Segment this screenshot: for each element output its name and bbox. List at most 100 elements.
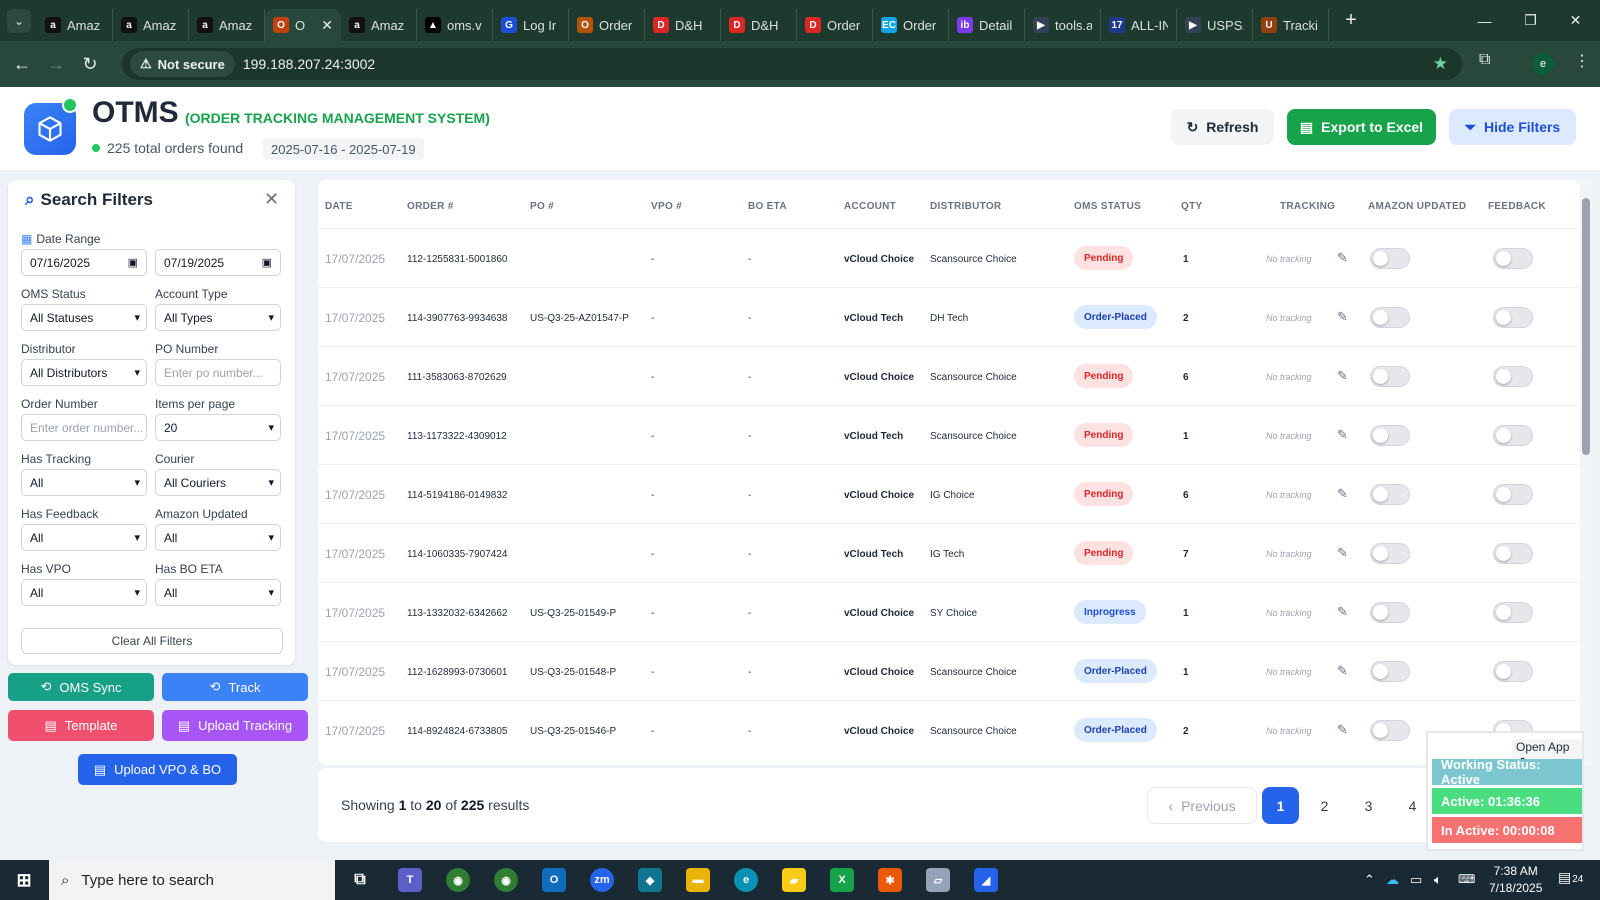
amazon-updated-toggle[interactable] bbox=[1370, 248, 1410, 269]
bookmark-star-icon[interactable]: ★ bbox=[1433, 54, 1448, 74]
amazon-updated-select[interactable]: All ▾ bbox=[155, 524, 281, 551]
browser-tab[interactable]: a Amaz bbox=[341, 9, 417, 41]
edit-pencil-icon[interactable]: ✎ bbox=[1337, 309, 1348, 325]
edit-pencil-icon[interactable]: ✎ bbox=[1337, 368, 1348, 384]
date-to-input[interactable]: 07/19/2025 ▣ bbox=[155, 249, 281, 276]
browser-tab[interactable]: EC Order bbox=[873, 9, 949, 41]
feedback-toggle[interactable] bbox=[1493, 366, 1533, 387]
close-window-button[interactable]: ✕ bbox=[1553, 0, 1598, 41]
amazon-updated-toggle[interactable] bbox=[1370, 602, 1410, 623]
security-chip[interactable]: ⚠ Not secure bbox=[130, 51, 235, 77]
back-icon[interactable]: ← bbox=[10, 52, 34, 76]
table-row[interactable]: 17/07/2025 112-1255831-5001860 - - vCloud Ch… bbox=[318, 228, 1580, 287]
table-row[interactable]: 17/07/2025 113-1332032-6342662 US-Q3-25-01… bbox=[318, 582, 1580, 641]
volume-icon[interactable]: 🔈︎ bbox=[1434, 872, 1442, 888]
tab-search-button[interactable]: ⌄ bbox=[7, 8, 31, 33]
distributor-select[interactable]: All Distributors ▾ bbox=[21, 359, 147, 386]
feedback-toggle[interactable] bbox=[1493, 248, 1533, 269]
oms-status-select[interactable]: All Statuses ▾ bbox=[21, 304, 147, 331]
sticky-notes-icon[interactable]: ▰ bbox=[782, 868, 806, 892]
page-button[interactable]: 3 bbox=[1350, 787, 1387, 824]
has-vpo-select[interactable]: All ▾ bbox=[21, 579, 147, 606]
hide-filters-button[interactable]: ⏷ Hide Filters bbox=[1449, 109, 1576, 145]
browser-tab[interactable]: U Tracki bbox=[1253, 9, 1329, 41]
chrome-icon[interactable]: ◉ bbox=[446, 868, 470, 892]
app-icon[interactable]: ✱ bbox=[878, 868, 902, 892]
close-filters-icon[interactable]: ✕ bbox=[264, 189, 279, 210]
task-view-icon[interactable]: ⧉ bbox=[348, 868, 372, 892]
show-hidden-icons-icon[interactable]: ⌃ bbox=[1364, 872, 1375, 888]
refresh-button[interactable]: ↻ Refresh bbox=[1171, 109, 1274, 145]
close-tab-icon[interactable]: ✕ bbox=[321, 17, 333, 34]
browser-menu-icon[interactable]: ⋮ bbox=[1574, 51, 1590, 71]
has-tracking-select[interactable]: All ▾ bbox=[21, 469, 147, 496]
account-type-select[interactable]: All Types ▾ bbox=[155, 304, 281, 331]
browser-tab[interactable]: D Order bbox=[797, 9, 873, 41]
amazon-updated-toggle[interactable] bbox=[1370, 484, 1410, 505]
scrollbar-thumb[interactable] bbox=[1582, 198, 1590, 455]
chrome-icon[interactable]: ◉ bbox=[494, 868, 518, 892]
edit-pencil-icon[interactable]: ✎ bbox=[1337, 722, 1348, 738]
track-button[interactable]: ⟲ Track bbox=[162, 673, 308, 701]
excel-icon[interactable]: X bbox=[830, 868, 854, 892]
app-icon[interactable]: ◆ bbox=[638, 868, 662, 892]
order-number-input[interactable]: Enter order number... bbox=[21, 414, 147, 441]
taskbar-search[interactable]: ⌕ Type here to search bbox=[49, 860, 335, 900]
forward-icon[interactable]: → bbox=[44, 52, 68, 76]
keyboard-icon[interactable]: ⌨ bbox=[1458, 872, 1475, 886]
browser-tab[interactable]: ▶ USPS. bbox=[1177, 9, 1253, 41]
feedback-toggle[interactable] bbox=[1493, 543, 1533, 564]
outlook-icon[interactable]: O bbox=[542, 868, 566, 892]
reload-icon[interactable]: ↻ bbox=[78, 52, 102, 76]
items-per-page-select[interactable]: 20 ▾ bbox=[155, 414, 281, 441]
amazon-updated-toggle[interactable] bbox=[1370, 720, 1410, 741]
table-row[interactable]: 17/07/2025 114-5194186-0149832 - - vCloud Ch… bbox=[318, 464, 1580, 523]
browser-tab[interactable]: D D&H bbox=[721, 9, 797, 41]
oms-sync-button[interactable]: ⟲ OMS Sync bbox=[8, 673, 154, 701]
table-row[interactable]: 17/07/2025 113-1173322-4309012 - - vCloud Te… bbox=[318, 405, 1580, 464]
feedback-toggle[interactable] bbox=[1493, 425, 1533, 446]
previous-page-button[interactable]: ‹ Previous bbox=[1147, 787, 1257, 824]
calendar-picker-icon[interactable]: ▣ bbox=[262, 256, 272, 269]
feedback-toggle[interactable] bbox=[1493, 307, 1533, 328]
file-explorer-icon[interactable]: ▬ bbox=[686, 868, 710, 892]
edit-pencil-icon[interactable]: ✎ bbox=[1337, 663, 1348, 679]
upload-tracking-button[interactable]: ▤ Upload Tracking bbox=[162, 710, 308, 741]
browser-tab[interactable]: ▲ oms.v bbox=[417, 9, 493, 41]
profile-avatar[interactable]: e bbox=[1532, 53, 1554, 75]
feedback-toggle[interactable] bbox=[1493, 602, 1533, 623]
export-excel-button[interactable]: ▤ Export to Excel bbox=[1287, 109, 1436, 145]
browser-tab[interactable]: D D&H bbox=[645, 9, 721, 41]
table-row[interactable]: 17/07/2025 114-3907763-9934638 US-Q3-25-AZ… bbox=[318, 287, 1580, 346]
notifications-icon[interactable]: ▤24 bbox=[1558, 869, 1583, 886]
amazon-updated-toggle[interactable] bbox=[1370, 425, 1410, 446]
amazon-updated-toggle[interactable] bbox=[1370, 661, 1410, 682]
app-icon[interactable]: ▱ bbox=[926, 868, 950, 892]
edit-pencil-icon[interactable]: ✎ bbox=[1337, 486, 1348, 502]
browser-tab[interactable]: ▶ tools.a bbox=[1025, 9, 1101, 41]
extensions-icon[interactable]: ⧉ bbox=[1479, 51, 1490, 69]
browser-tab[interactable]: G Log Ir bbox=[493, 9, 569, 41]
browser-tab[interactable]: 17 ALL-IN bbox=[1101, 9, 1177, 41]
new-tab-button[interactable]: + bbox=[1339, 9, 1363, 32]
app-icon[interactable]: ◢ bbox=[974, 868, 998, 892]
browser-tab[interactable]: O Order bbox=[569, 9, 645, 41]
amazon-updated-toggle[interactable] bbox=[1370, 366, 1410, 387]
browser-tab[interactable]: a Amaz bbox=[37, 9, 113, 41]
taskbar-clock[interactable]: 7:38 AM 7/18/2025 bbox=[1489, 863, 1542, 897]
onedrive-icon[interactable]: ☁ bbox=[1386, 872, 1399, 888]
template-button[interactable]: ▤ Template bbox=[8, 710, 154, 741]
minimize-button[interactable]: — bbox=[1462, 0, 1507, 41]
edit-pencil-icon[interactable]: ✎ bbox=[1337, 250, 1348, 266]
browser-tab[interactable]: ib Detail bbox=[949, 9, 1025, 41]
table-row[interactable]: 17/07/2025 111-3583063-8702629 - - vCloud Ch… bbox=[318, 346, 1580, 405]
edit-pencil-icon[interactable]: ✎ bbox=[1337, 427, 1348, 443]
page-button[interactable]: 1 bbox=[1262, 787, 1299, 824]
table-row[interactable]: 17/07/2025 114-8924824-6733805 US-Q3-25-01… bbox=[318, 700, 1580, 759]
has-feedback-select[interactable]: All ▾ bbox=[21, 524, 147, 551]
browser-tab[interactable]: a Amaz bbox=[189, 9, 265, 41]
clear-filters-button[interactable]: Clear All Filters bbox=[21, 628, 283, 654]
calendar-picker-icon[interactable]: ▣ bbox=[128, 256, 138, 269]
table-row[interactable]: 17/07/2025 112-1628993-0730601 US-Q3-25-01… bbox=[318, 641, 1580, 700]
feedback-toggle[interactable] bbox=[1493, 661, 1533, 682]
